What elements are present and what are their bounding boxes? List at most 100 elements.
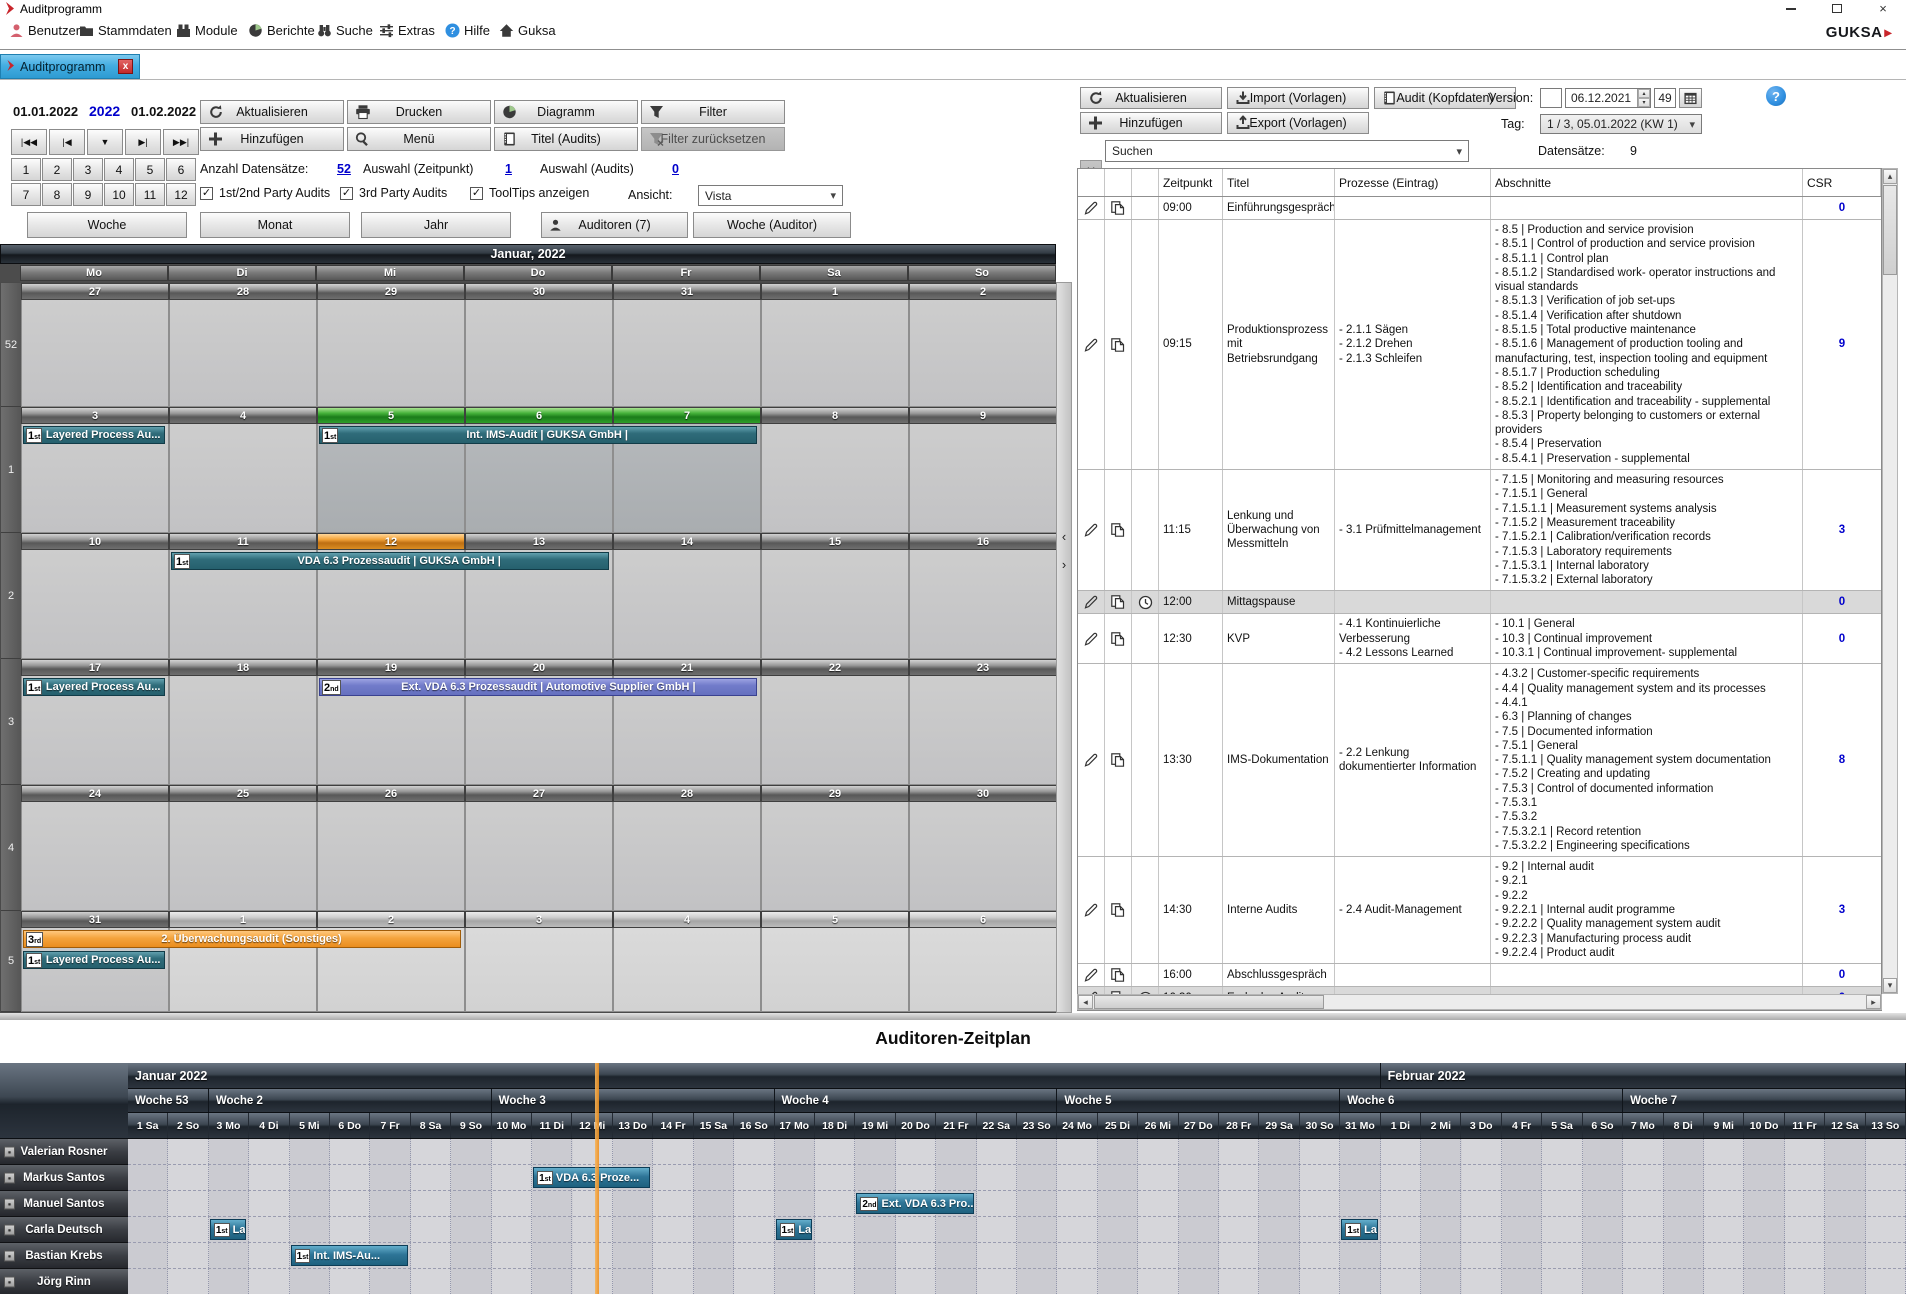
titel-audits-button[interactable]: Titel (Audits) [494,127,638,151]
day-header-9[interactable]: 9 [909,407,1057,424]
day-cell-18[interactable] [169,676,317,785]
day-cell-27[interactable] [465,802,613,911]
day-header-8[interactable]: 8 [761,407,909,424]
checkbox-1st-2nd-party-audits[interactable]: ✓1st/2nd Party Audits [200,186,330,200]
table-row[interactable]: 12:30KVP- 4.1 Kontinuierliche Verbesseru… [1078,614,1881,664]
day-header-28[interactable]: 28 [613,785,761,802]
day-header-3[interactable]: 3 [465,911,613,928]
calendar-event-layered-process-au[interactable]: 1stLayered Process Au... [23,951,165,969]
calendar-event-2-berwachungsaudit-sonstiges[interactable]: 3rd2. Überwachungsaudit (Sonstiges) [23,930,461,948]
menu-item-module[interactable]: Module [176,23,238,38]
horizontal-scrollbar[interactable]: ◂ ▸ [1077,994,1882,1010]
filter-zur-cksetzen-button[interactable]: Filter zurücksetzen [641,127,785,151]
table-row[interactable]: 14:30Interne Audits- 2.4 Audit-Managemen… [1078,857,1881,964]
calendar-event-ext-vda-6-3-prozessaudit-automotive-supp[interactable]: 2ndExt. VDA 6.3 Prozessaudit | Automotiv… [319,678,757,696]
checkbox-tooltips-anzeigen[interactable]: ✓ToolTips anzeigen [470,186,589,200]
month-button-6[interactable]: 6 [166,158,196,181]
day-header-18[interactable]: 18 [169,659,317,676]
day-cell-25[interactable] [169,802,317,911]
day-header-5[interactable]: 5 [761,911,909,928]
day-header-6[interactable]: 6 [909,911,1057,928]
day-cell-26[interactable] [317,802,465,911]
calendar-picker-button[interactable] [1679,88,1702,108]
menu-item-guksa[interactable]: Guksa [499,23,556,38]
nav-first-button[interactable]: |◀◀ [11,129,47,155]
day-cell-30[interactable] [909,802,1057,911]
scroll-left-icon[interactable]: ◂ [1078,995,1093,1009]
day-cell-14[interactable] [613,550,761,659]
view-jahr-button[interactable]: Jahr [361,212,511,238]
ansicht-select[interactable]: Vista▾ [698,185,843,206]
checkbox-icon[interactable]: ✓ [340,187,353,200]
day-cell-29[interactable] [317,300,465,407]
checkbox-icon[interactable]: ✓ [470,187,483,200]
view-woche-button[interactable]: Woche [27,212,187,238]
vertical-scroll-thumb[interactable] [1883,185,1897,275]
day-header-30[interactable]: 30 [909,785,1057,802]
day-header-1[interactable]: 1 [169,911,317,928]
scroll-up-icon[interactable]: ▴ [1883,169,1897,184]
auditor-row-valerian-rosner[interactable]: -Valerian Rosner [0,1139,128,1165]
search-input[interactable]: Suchen▾ [1105,140,1469,162]
day-cell-4[interactable] [613,928,761,1012]
view-monat-button[interactable]: Monat [200,212,350,238]
edit-button[interactable] [1078,197,1105,219]
column-header-prozesse-eintrag[interactable]: Prozesse (Eintrag) [1335,169,1491,196]
copy-button[interactable] [1105,197,1132,219]
day-header-20[interactable]: 20 [465,659,613,676]
day-cell-23[interactable] [909,676,1057,785]
hinzuf-gen-button[interactable]: Hinzufügen [1080,112,1222,134]
day-header-16[interactable]: 16 [909,533,1057,550]
column-header-icon[interactable] [1078,169,1105,196]
copy-button[interactable] [1105,964,1132,986]
auditor-row-markus-santos[interactable]: -Markus Santos [0,1165,128,1191]
month-button-12[interactable]: 12 [166,183,196,206]
table-row[interactable]: 09:15Produktionsprozess mit Betriebsrund… [1078,220,1881,470]
day-header-22[interactable]: 22 [761,659,909,676]
checkbox-3rd-party-audits[interactable]: ✓3rd Party Audits [340,186,447,200]
view-woche-auditor-button[interactable]: Woche (Auditor) [693,212,851,238]
gantt-bar-vda-6-3-proze[interactable]: 1stVDA 6.3 Proze... [533,1167,650,1188]
month-button-8[interactable]: 8 [42,183,72,206]
day-header-1[interactable]: 1 [761,283,909,300]
month-button-11[interactable]: 11 [135,183,165,206]
column-header-csr[interactable]: CSR [1803,169,1881,196]
auditor-row-bastian-krebs[interactable]: -Bastian Krebs [0,1243,128,1269]
year-label[interactable]: 2022 [89,103,120,119]
gantt-bar-int-ims-au[interactable]: 1stInt. IMS-Au... [291,1245,408,1266]
vertical-scrollbar[interactable]: ▴ ▾ [1882,168,1898,994]
auswahl-audits-value[interactable]: 0 [672,162,679,176]
gantt-bar-ext-vda-6-3-pro[interactable]: 2ndExt. VDA 6.3 Pro... [856,1193,973,1214]
day-header-10[interactable]: 10 [21,533,169,550]
day-header-24[interactable]: 24 [21,785,169,802]
calendar-event-int-ims-audit-guksa-gmbh[interactable]: 1stInt. IMS-Audit | GUKSA GmbH | [319,426,757,444]
edit-button[interactable] [1078,470,1105,590]
menu-item-suche[interactable]: Suche [317,23,373,38]
month-button-3[interactable]: 3 [73,158,103,181]
month-button-10[interactable]: 10 [104,183,134,206]
table-row[interactable]: 12:00Mittagspause0 [1078,591,1881,614]
tab-auditprogramm[interactable]: Auditprogramm x [0,54,140,79]
day-cell-27[interactable] [21,300,169,407]
scroll-down-icon[interactable]: ▾ [1883,978,1897,993]
day-cell-4[interactable] [169,424,317,533]
drucken-button[interactable]: Drucken [347,100,491,124]
panel-splitter[interactable]: ‹ › [1056,282,1072,1013]
diagramm-button[interactable]: Diagramm [494,100,638,124]
collapse-right-icon[interactable]: › [1059,555,1069,573]
auditor-row-j-rg-rinn[interactable]: -Jörg Rinn [0,1269,128,1294]
table-row[interactable]: 09:00Einführungsgespräch0 [1078,197,1881,220]
day-cell-10[interactable] [21,550,169,659]
edit-button[interactable] [1078,664,1105,856]
day-header-13[interactable]: 13 [465,533,613,550]
checkbox-icon[interactable]: ✓ [200,187,213,200]
version-count-field[interactable]: 49 [1654,88,1676,108]
menu-item-extras[interactable]: Extras [379,23,435,38]
table-row[interactable]: 11:15Lenkung und Überwachung von Messmit… [1078,470,1881,591]
day-header-4[interactable]: 4 [613,911,761,928]
day-cell-29[interactable] [761,802,909,911]
calendar-event-layered-process-au[interactable]: 1stLayered Process Au... [23,678,165,696]
day-header-27[interactable]: 27 [465,785,613,802]
day-header-29[interactable]: 29 [317,283,465,300]
column-header-zeitpunkt[interactable]: Zeitpunkt [1159,169,1223,196]
